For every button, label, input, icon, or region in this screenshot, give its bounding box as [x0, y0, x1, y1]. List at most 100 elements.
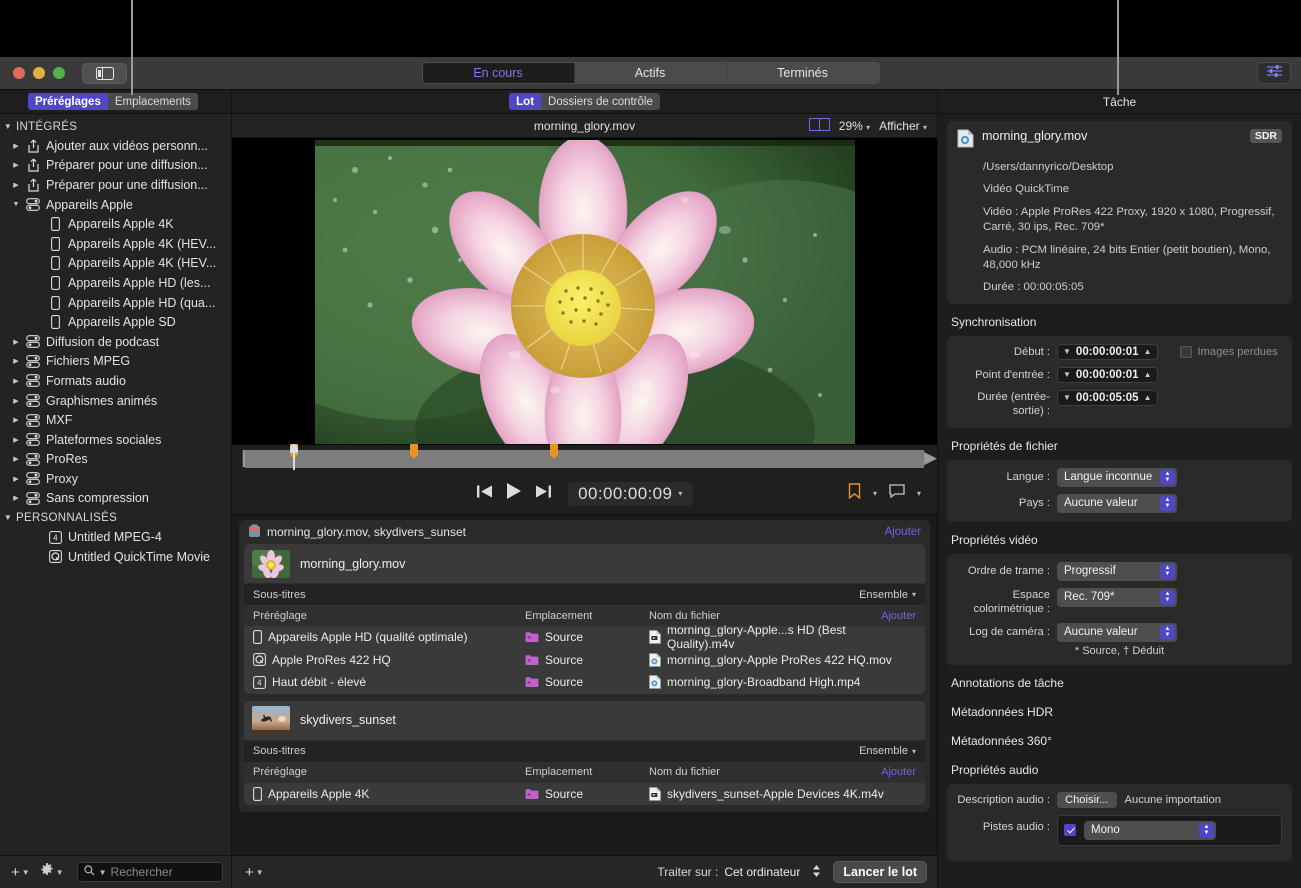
start-stepper[interactable]: ▼ 00:00:00:01 ▲ — [1057, 343, 1158, 360]
scrub-marker[interactable] — [550, 444, 558, 459]
preset-item-plateformes-sociales[interactable]: ▶ Plateformes sociales — [0, 430, 231, 450]
preset-actions-button[interactable]: ▼ — [37, 863, 67, 881]
preset-item-appareils-apple-sd[interactable]: Appareils Apple SD — [0, 312, 231, 332]
add-preset-button[interactable]: + ▼ — [8, 864, 33, 881]
preset-tree[interactable]: ▼ INTÉGRÉS ▶ Ajouter aux vidéos personn... ▶… — [0, 114, 231, 855]
chevron-up-icon[interactable]: ▲ — [1144, 393, 1152, 402]
dropped-frames-checkbox[interactable] — [1179, 345, 1192, 358]
chevron-right-icon[interactable]: ▶ — [8, 338, 24, 346]
preset-item-prores[interactable]: ▶ ProRes — [0, 450, 231, 470]
preset-item-ajouter-aux-vid-os-personn[interactable]: ▶ Ajouter aux vidéos personn... — [0, 136, 231, 156]
add-job-button[interactable]: + ▼ — [242, 864, 267, 881]
search-input[interactable] — [110, 865, 216, 879]
minimize-window-button[interactable] — [33, 67, 45, 79]
preset-item-pr-parer-pour-une-diffusion[interactable]: ▶ Préparer pour une diffusion... — [0, 156, 231, 176]
chevron-right-icon[interactable]: ▶ — [8, 455, 24, 463]
preset-item-diffusion-de-podcast[interactable]: ▶ Diffusion de podcast — [0, 332, 231, 352]
preset-item-appareils-apple-4k[interactable]: Appareils Apple 4K — [0, 214, 231, 234]
pill-prereglages[interactable]: Préréglages — [28, 93, 108, 110]
preset-item-formats-audio[interactable]: ▶ Formats audio — [0, 371, 231, 391]
tab-actifs[interactable]: Actifs — [574, 63, 727, 83]
tab-en-cours[interactable]: En cours — [422, 63, 575, 83]
chevron-right-icon[interactable]: ▶ — [8, 397, 24, 405]
close-window-button[interactable] — [13, 67, 25, 79]
output-row[interactable]: 4 Haut débit - élevé Source morning_glory-B… — [244, 671, 925, 694]
process-on-popup[interactable]: Cet ordinateur — [724, 864, 821, 881]
play-button[interactable] — [506, 482, 522, 505]
job-item[interactable]: skydivers_sunset Sous-titres Ensemble ▾ Prér… — [244, 700, 925, 805]
metadata-360-title[interactable]: Métadonnées 360° — [951, 734, 1292, 748]
chevron-up-icon[interactable]: ▲ — [1144, 370, 1152, 379]
bookmark-icon[interactable] — [848, 483, 861, 504]
chevron-down-icon[interactable]: ▾ — [917, 489, 921, 498]
toggle-sidebar-button[interactable] — [82, 62, 127, 84]
batch-list[interactable]: morning_glory.mov, skydivers_sunset Ajou… — [232, 515, 937, 855]
chevron-right-icon[interactable]: ▶ — [8, 494, 24, 502]
zoom-window-button[interactable] — [53, 67, 65, 79]
job-header[interactable]: morning_glory.mov — [244, 544, 925, 583]
preset-group-header[interactable]: ▼ PERSONNALISÉS — [0, 508, 231, 527]
colorspace-popup[interactable]: Rec. 709* ▲ ▼ — [1057, 587, 1177, 607]
audio-track-popup[interactable]: Mono ▲ ▼ — [1084, 820, 1216, 840]
toggle-inspector-button[interactable] — [1257, 62, 1291, 84]
batch-mode-pills[interactable]: Lot Dossiers de contrôle — [509, 93, 660, 110]
chevron-up-icon[interactable]: ▲ — [1144, 347, 1152, 356]
chevron-down-icon[interactable]: ▼ — [8, 201, 24, 208]
preset-item-appareils-apple-4k-hev[interactable]: Appareils Apple 4K (HEV... — [0, 234, 231, 254]
preset-item-pr-parer-pour-une-diffusion[interactable]: ▶ Préparer pour une diffusion... — [0, 175, 231, 195]
in-point-stepper[interactable]: ▼ 00:00:00:01 ▲ — [1057, 366, 1158, 383]
chevron-down-icon[interactable]: ▼ — [1063, 370, 1071, 379]
country-popup[interactable]: Aucune valeur ▲ ▼ — [1057, 493, 1177, 513]
preview-stage[interactable] — [232, 138, 937, 445]
scrubber[interactable]: ❙◀ ▶❙ — [232, 444, 951, 473]
pill-dossiers-controle[interactable]: Dossiers de contrôle — [541, 93, 660, 110]
search-menu-chevron-icon[interactable]: ▼ — [99, 868, 107, 877]
audio-track-checkbox[interactable] — [1064, 824, 1076, 837]
playhead[interactable] — [290, 444, 298, 470]
duration-stepper[interactable]: ▼ 00:00:05:05 ▲ — [1057, 389, 1158, 406]
search-field[interactable]: ▼ — [76, 862, 223, 882]
sidebar-mode-pills[interactable]: Préréglages Emplacements — [28, 93, 198, 110]
view-menu[interactable]: Afficher ▾ — [879, 119, 927, 133]
preset-item-untitled-quicktime-movie[interactable]: Untitled QuickTime Movie — [0, 547, 231, 567]
language-popup[interactable]: Langue inconnue ▲ ▼ — [1057, 467, 1177, 487]
comment-icon[interactable] — [889, 484, 905, 503]
pill-lot[interactable]: Lot — [509, 93, 542, 110]
subtitles-popup[interactable]: Ensemble ▾ — [859, 745, 916, 757]
preset-item-appareils-apple-hd-qua[interactable]: Appareils Apple HD (qua... — [0, 293, 231, 313]
chevron-down-icon[interactable]: ▾ — [678, 489, 682, 498]
go-to-end-button[interactable] — [535, 484, 552, 504]
job-header[interactable]: skydivers_sunset — [244, 701, 925, 740]
chevron-right-icon[interactable]: ▶ — [8, 475, 24, 483]
job-item[interactable]: morning_glory.mov Sous-titres Ensemble ▾ Pré… — [244, 544, 925, 694]
chevron-right-icon[interactable]: ▶ — [8, 377, 24, 385]
chevron-down-icon[interactable]: ▼ — [0, 122, 16, 131]
chevron-down-icon[interactable]: ▼ — [1063, 347, 1071, 356]
preset-item-appareils-apple[interactable]: ▼ Appareils Apple — [0, 195, 231, 215]
chevron-right-icon[interactable]: ▶ — [8, 161, 24, 169]
chevron-right-icon[interactable]: ▶ — [8, 436, 24, 444]
preset-group-header[interactable]: ▼ INTÉGRÉS — [0, 117, 231, 136]
chevron-right-icon[interactable]: ▶ — [8, 416, 24, 424]
subtitles-row[interactable]: Sous-titres Ensemble ▾ — [244, 583, 925, 605]
field-order-popup[interactable]: Progressif ▲ ▼ — [1057, 561, 1177, 581]
preset-item-appareils-apple-4k-hev[interactable]: Appareils Apple 4K (HEV... — [0, 254, 231, 274]
pill-emplacements[interactable]: Emplacements — [107, 93, 198, 110]
output-row[interactable]: Appareils Apple 4K Source skydivers_sunset… — [244, 782, 925, 805]
chevron-right-icon[interactable]: ▶ — [8, 181, 24, 189]
chevron-down-icon[interactable]: ▼ — [0, 513, 16, 522]
preset-item-untitled-mpeg-4[interactable]: 4 Untitled MPEG-4 — [0, 527, 231, 547]
camera-log-popup[interactable]: Aucune valeur ▲ ▼ — [1057, 622, 1177, 642]
start-batch-button[interactable]: Lancer le lot — [833, 861, 927, 883]
preset-item-proxy[interactable]: ▶ Proxy — [0, 469, 231, 489]
add-output-link[interactable]: Ajouter — [881, 766, 916, 778]
choose-audio-button[interactable]: Choisir... — [1057, 791, 1117, 808]
status-tab-group[interactable]: En cours Actifs Terminés — [421, 62, 880, 84]
chevron-right-icon[interactable]: ▶ — [8, 142, 24, 150]
scrub-marker[interactable] — [410, 444, 418, 459]
chevron-down-icon[interactable]: ▾ — [873, 489, 877, 498]
chevron-right-icon[interactable]: ▶ — [8, 357, 24, 365]
preset-item-sans-compression[interactable]: ▶ Sans compression — [0, 489, 231, 509]
split-view-icon[interactable] — [808, 117, 830, 134]
add-output-link[interactable]: Ajouter — [881, 610, 916, 622]
